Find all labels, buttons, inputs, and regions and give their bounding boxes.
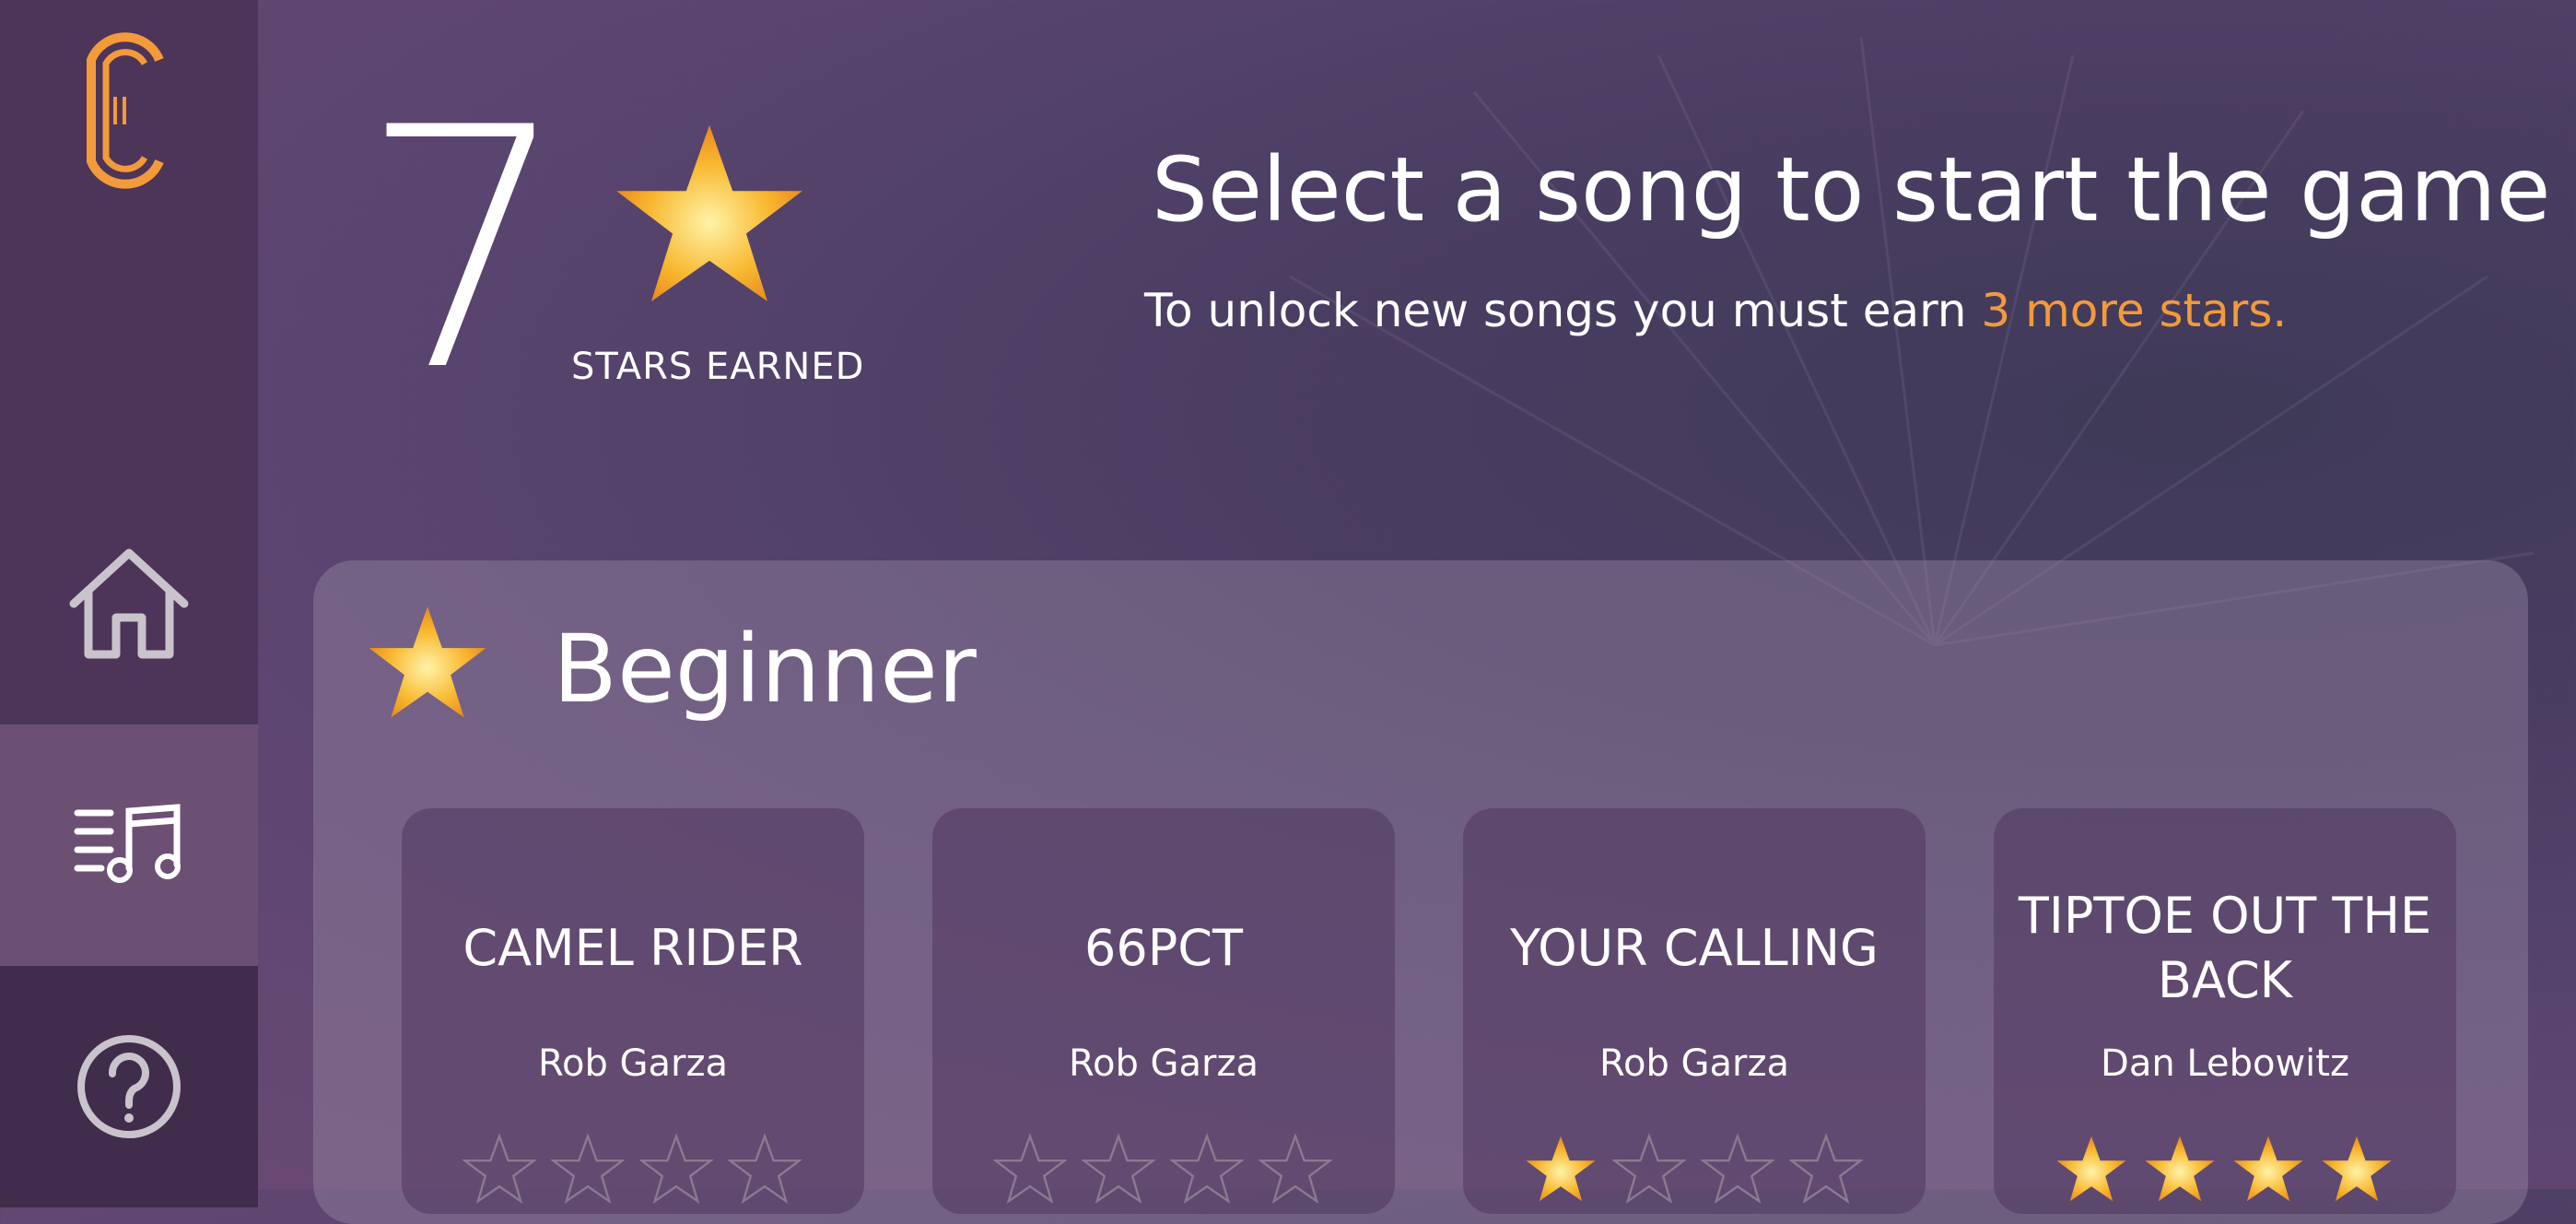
- page-title: Select a song to start the game: [1152, 138, 2551, 241]
- stars-earned-label: STARS EARNED: [571, 346, 865, 388]
- empty-star-icon: [639, 1133, 713, 1205]
- song-card[interactable]: YOUR CALLING Rob Garza: [1463, 808, 1926, 1214]
- song-title: 66PCT: [1084, 919, 1243, 977]
- star-icon: [616, 124, 802, 301]
- song-card[interactable]: TIPTOE OUT THE BACK Dan Lebowitz: [1994, 808, 2456, 1214]
- song-title: TIPTOE OUT THE BACK: [2018, 887, 2432, 1009]
- song-title: CAMEL RIDER: [463, 919, 803, 977]
- empty-star-icon: [993, 1133, 1067, 1205]
- unlock-stars-needed: 3 more stars.: [1981, 284, 2288, 337]
- empty-star-icon: [463, 1133, 536, 1205]
- song-rating: [1524, 1133, 1874, 1206]
- stars-earned-count: 7: [359, 57, 571, 443]
- song-title: YOUR CALLING: [1510, 919, 1879, 977]
- empty-star-icon: [1082, 1133, 1155, 1205]
- filled-star-icon: [2233, 1136, 2303, 1202]
- brand-logo: [0, 0, 258, 221]
- song-rating: [993, 1133, 1343, 1206]
- sidebar: [0, 0, 258, 1207]
- song-card[interactable]: CAMEL RIDER Rob Garza: [402, 808, 864, 1214]
- song-card[interactable]: 66PCT Rob Garza: [932, 808, 1395, 1214]
- empty-star-icon: [551, 1133, 625, 1205]
- filled-star-icon: [2145, 1136, 2215, 1202]
- help-icon: [77, 1035, 181, 1138]
- song-artist: Rob Garza: [537, 1042, 729, 1085]
- empty-star-icon: [1701, 1133, 1774, 1205]
- song-artist: Rob Garza: [1598, 1042, 1790, 1085]
- empty-star-icon: [1170, 1133, 1244, 1205]
- nav-help[interactable]: [0, 966, 258, 1207]
- unlock-message-text: To unlock new songs you must earn: [1144, 284, 1982, 337]
- empty-star-icon: [1612, 1133, 1686, 1205]
- nav-songs[interactable]: [0, 724, 258, 966]
- song-artist: Dan Lebowitz: [2101, 1042, 2349, 1085]
- empty-star-icon: [1259, 1133, 1332, 1205]
- song-rating: [463, 1133, 813, 1206]
- music-list-icon: [74, 804, 181, 883]
- home-icon: [69, 548, 189, 659]
- song-artist: Rob Garza: [1068, 1042, 1259, 1085]
- level-star-icon: [369, 606, 486, 718]
- empty-star-icon: [728, 1133, 802, 1205]
- filled-star-icon: [2322, 1136, 2392, 1202]
- song-rating: [2055, 1133, 2405, 1206]
- filled-star-icon: [2056, 1136, 2126, 1202]
- nav-home[interactable]: [0, 483, 258, 724]
- level-title: Beginner: [553, 615, 977, 724]
- unlock-message: To unlock new songs you must earn 3 more…: [1144, 284, 2287, 337]
- empty-star-icon: [1789, 1133, 1863, 1205]
- logo-icon: [87, 32, 164, 189]
- filled-star-icon: [1526, 1136, 1596, 1202]
